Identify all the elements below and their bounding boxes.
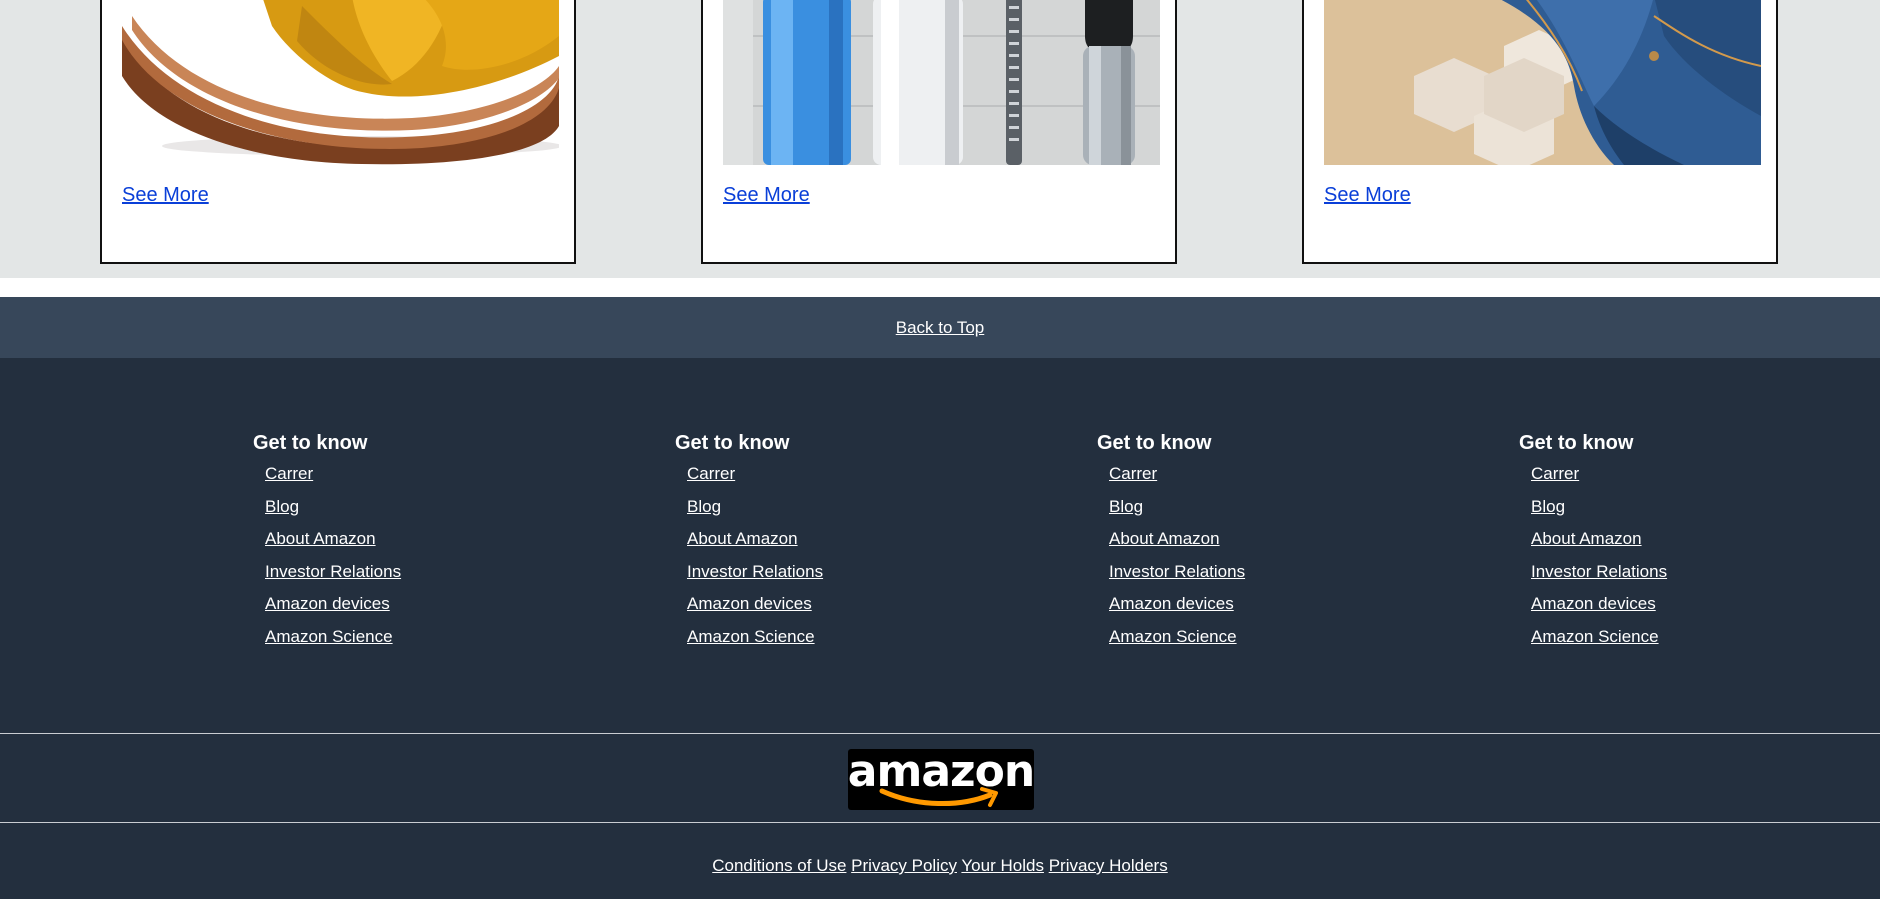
footer-link-item: Amazon Science (265, 627, 553, 660)
footer-link-devices[interactable]: Amazon devices (265, 594, 390, 613)
footer-column: Get to know Carrer Blog About Amazon Inv… (1519, 430, 1819, 660)
back-to-top-link[interactable]: Back to Top (896, 318, 985, 338)
footer-link-item: Amazon devices (265, 594, 553, 627)
footer-link-item: Investor Relations (265, 562, 553, 595)
see-more-link[interactable]: See More (723, 184, 810, 207)
footer-link-investor[interactable]: Investor Relations (687, 562, 823, 581)
amazon-smile-arrow-icon (879, 787, 998, 807)
footer-link-investor[interactable]: Investor Relations (1109, 562, 1245, 581)
footer-column: Get to know Carrer Blog About Amazon Inv… (253, 430, 553, 660)
footer-column-heading: Get to know (675, 432, 790, 454)
footer-link-career[interactable]: Carrer (1531, 464, 1579, 483)
footer-link-item: Investor Relations (1531, 562, 1819, 595)
footer-link-science[interactable]: Amazon Science (687, 627, 815, 646)
footer-link-list: Carrer Blog About Amazon Investor Relati… (675, 464, 975, 660)
footer-link-item: Amazon Science (1531, 627, 1819, 660)
footer-link-item: Amazon devices (687, 594, 975, 627)
footer: Get to know Carrer Blog About Amazon Inv… (0, 358, 1880, 899)
footer-column-heading: Get to know (1519, 432, 1634, 454)
footer-link-item: About Amazon (687, 529, 975, 562)
footer-link-item: Investor Relations (687, 562, 975, 595)
footer-link-devices[interactable]: Amazon devices (687, 594, 812, 613)
footer-link-career[interactable]: Carrer (265, 464, 313, 483)
footer-link-item: Blog (1531, 497, 1819, 530)
footer-link-science[interactable]: Amazon Science (1531, 627, 1659, 646)
footer-link-science[interactable]: Amazon Science (265, 627, 393, 646)
footer-link-item: Carrer (1109, 464, 1397, 497)
product-image-jeans[interactable] (1324, 0, 1761, 165)
footer-link-about[interactable]: About Amazon (1531, 529, 1642, 548)
footer-link-item: About Amazon (265, 529, 553, 562)
amazon-logo[interactable]: amazon (848, 749, 1034, 810)
footer-link-about[interactable]: About Amazon (1109, 529, 1220, 548)
back-to-top-bar[interactable]: Back to Top (0, 297, 1880, 358)
footer-link-item: Blog (265, 497, 553, 530)
footer-column-heading: Get to know (253, 432, 368, 454)
footer-column: Get to know Carrer Blog About Amazon Inv… (675, 430, 975, 660)
legal-links: Conditions of Use Privacy Policy Your Ho… (0, 856, 1880, 876)
footer-link-blog[interactable]: Blog (1531, 497, 1565, 516)
footer-link-item: Amazon Science (687, 627, 975, 660)
product-image-sandal[interactable] (122, 0, 559, 165)
footer-link-blog[interactable]: Blog (265, 497, 299, 516)
product-card: See More (100, 0, 576, 264)
footer-link-item: Amazon devices (1109, 594, 1397, 627)
footer-link-item: Investor Relations (1109, 562, 1397, 595)
privacy-holders-link[interactable]: Privacy Holders (1049, 856, 1168, 875)
footer-link-item: Carrer (687, 464, 975, 497)
footer-link-list: Carrer Blog About Amazon Investor Relati… (1097, 464, 1397, 660)
footer-link-career[interactable]: Carrer (687, 464, 735, 483)
footer-link-item: Blog (1109, 497, 1397, 530)
footer-link-item: Carrer (1531, 464, 1819, 497)
product-card: See More (701, 0, 1177, 264)
footer-link-about[interactable]: About Amazon (265, 529, 376, 548)
footer-link-item: About Amazon (1531, 529, 1819, 562)
footer-link-about[interactable]: About Amazon (687, 529, 798, 548)
footer-link-blog[interactable]: Blog (687, 497, 721, 516)
privacy-policy-link[interactable]: Privacy Policy (851, 856, 957, 875)
see-more-link[interactable]: See More (1324, 184, 1411, 207)
see-more-link[interactable]: See More (122, 184, 209, 207)
footer-link-item: Amazon devices (1531, 594, 1819, 627)
product-card: See More (1302, 0, 1778, 264)
footer-link-list: Carrer Blog About Amazon Investor Relati… (253, 464, 553, 660)
your-holds-link[interactable]: Your Holds (961, 856, 1044, 875)
footer-link-devices[interactable]: Amazon devices (1531, 594, 1656, 613)
product-image-grooming[interactable] (723, 0, 1160, 165)
footer-link-career[interactable]: Carrer (1109, 464, 1157, 483)
footer-link-item: About Amazon (1109, 529, 1397, 562)
footer-column-heading: Get to know (1097, 432, 1212, 454)
footer-column: Get to know Carrer Blog About Amazon Inv… (1097, 430, 1397, 660)
footer-divider (0, 733, 1880, 734)
footer-divider (0, 822, 1880, 823)
footer-link-list: Carrer Blog About Amazon Investor Relati… (1519, 464, 1819, 660)
footer-link-investor[interactable]: Investor Relations (1531, 562, 1667, 581)
product-cards-band: See More See More See More (0, 0, 1880, 278)
footer-link-item: Blog (687, 497, 975, 530)
footer-link-science[interactable]: Amazon Science (1109, 627, 1237, 646)
footer-link-blog[interactable]: Blog (1109, 497, 1143, 516)
footer-link-devices[interactable]: Amazon devices (1109, 594, 1234, 613)
footer-link-item: Carrer (265, 464, 553, 497)
footer-link-investor[interactable]: Investor Relations (265, 562, 401, 581)
conditions-of-use-link[interactable]: Conditions of Use (712, 856, 846, 875)
footer-link-item: Amazon Science (1109, 627, 1397, 660)
